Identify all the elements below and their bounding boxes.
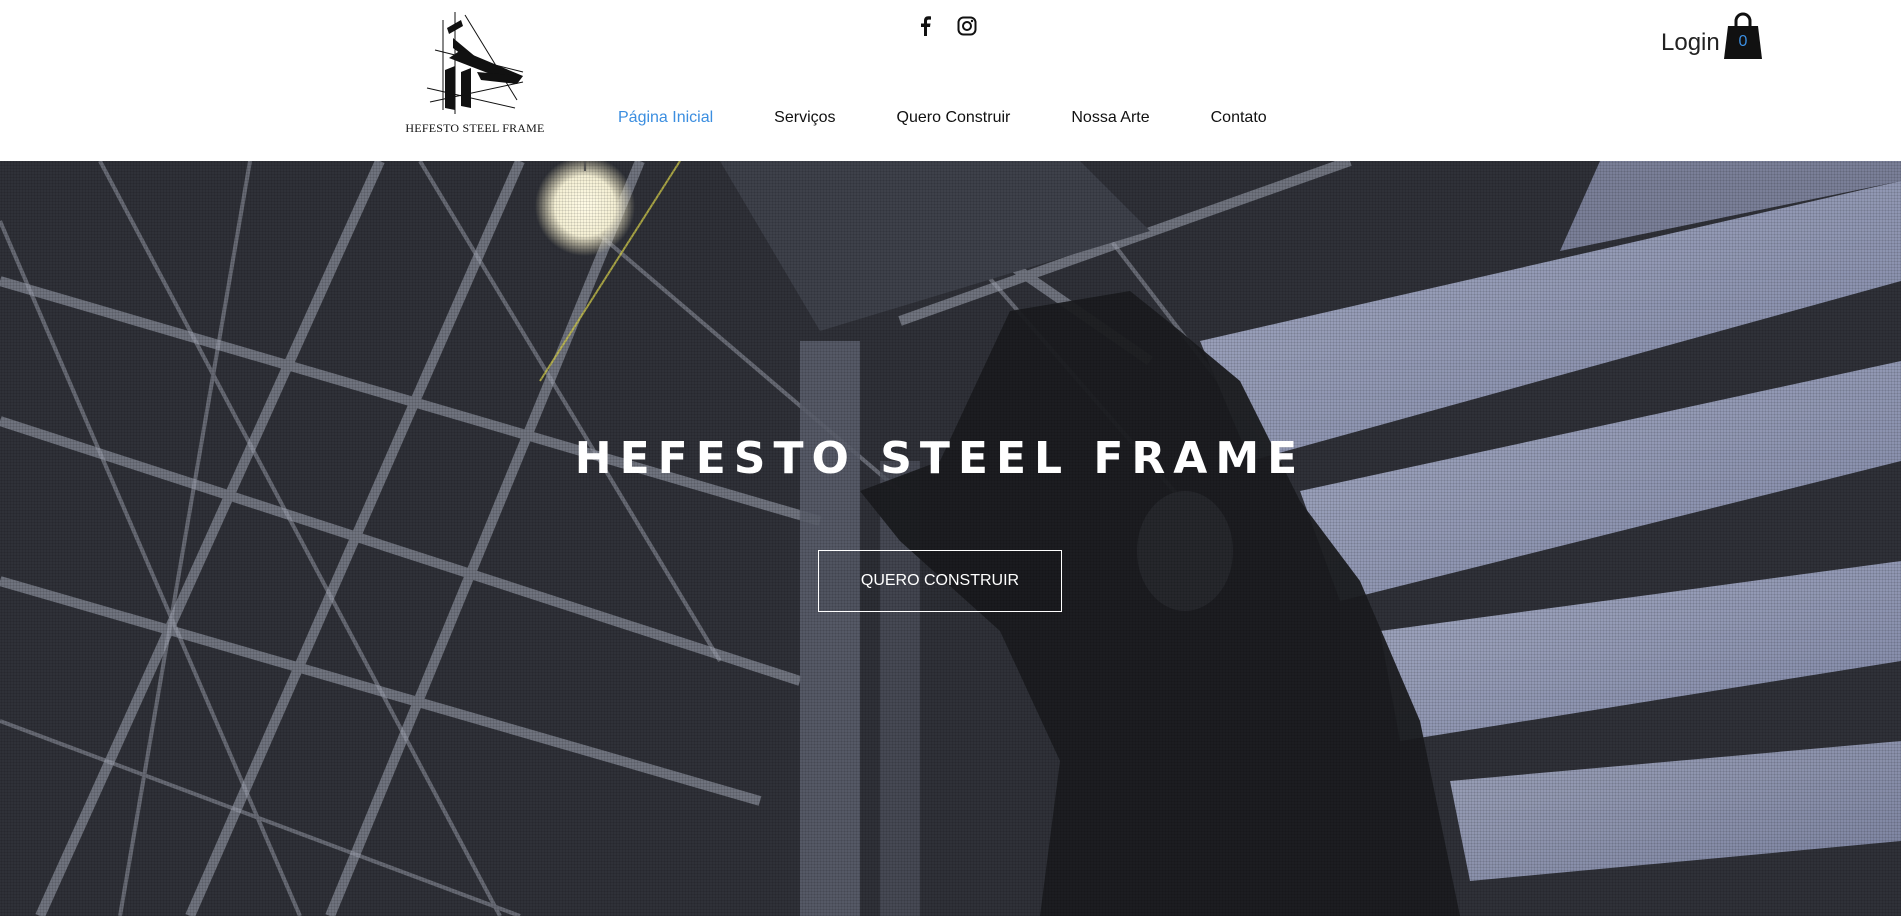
nav-item-quero-construir[interactable]: Quero Construir	[897, 106, 1011, 130]
brand-logo[interactable]: HEFESTO STEEL FRAME	[405, 10, 545, 138]
hero-texture-overlay	[0, 161, 1901, 916]
cart-button[interactable]: 0	[1724, 12, 1762, 60]
quero-construir-button[interactable]: QUERO CONSTRUIR	[818, 550, 1062, 612]
nav-item-contato[interactable]: Contato	[1211, 106, 1267, 130]
login-button[interactable]: Login	[1661, 28, 1720, 58]
social-links	[913, 14, 979, 38]
main-nav: Página Inicial Serviços Quero Construir …	[618, 106, 1267, 130]
nav-item-servicos[interactable]: Serviços	[774, 106, 835, 130]
hero-section: HEFESTO STEEL FRAME QUERO CONSTRUIR	[0, 161, 1901, 916]
cart-count: 0	[1738, 33, 1748, 50]
hero-title: HEFESTO STEEL FRAME	[574, 433, 1306, 484]
nav-item-nossa-arte[interactable]: Nossa Arte	[1071, 106, 1149, 130]
nav-item-pagina-inicial[interactable]: Página Inicial	[618, 106, 713, 130]
facebook-icon[interactable]	[913, 14, 937, 38]
building-frame-logo-icon	[426, 12, 524, 114]
site-header: HEFESTO STEEL FRAME Página Inicial Servi…	[0, 0, 1901, 161]
brand-name: HEFESTO STEEL FRAME	[405, 121, 545, 135]
instagram-icon[interactable]	[955, 14, 979, 38]
